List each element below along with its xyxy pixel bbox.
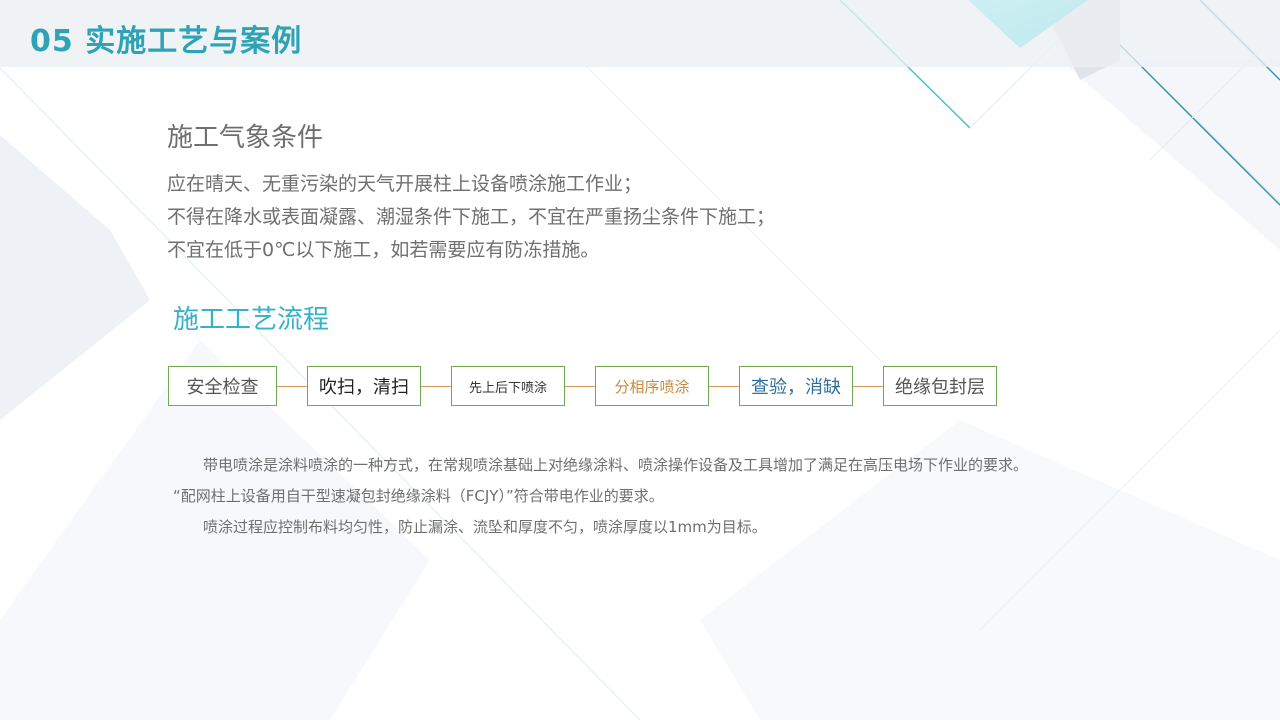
step-insulation-layer: 绝缘包封层 [883,366,997,406]
step-safety-check: 安全检查 [168,366,277,406]
background-decoration [0,0,1280,720]
condition-line: 不得在降水或表面凝露、潮湿条件下施工，不宜在严重扬尘条件下施工； [167,206,776,228]
flow-connector [565,385,595,387]
description-paragraph: 喷涂过程应控制布料均匀性，防止漏涂、流坠和厚度不匀，喷涂厚度以1mm为目标。 [203,518,767,536]
description-block: 带电喷涂是涂料喷涂的一种方式，在常规喷涂基础上对绝缘涂料、喷涂操作设备及工具增加… [173,450,1173,543]
weather-conditions-list: 应在晴天、无重污染的天气开展柱上设备喷涂施工作业； 不得在降水或表面凝露、潮湿条… [167,168,775,267]
flow-connector [853,385,883,387]
flow-connector [277,385,307,387]
step-phase-sequence-spray: 分相序喷涂 [595,366,709,406]
weather-conditions-heading: 施工气象条件 [167,123,324,153]
slide-title: 05 实施工艺与案例 [30,24,303,59]
step-inspect-fix: 查验，消缺 [739,366,853,406]
description-paragraph: 带电喷涂是涂料喷涂的一种方式，在常规喷涂基础上对绝缘涂料、喷涂操作设备及工具增加… [203,456,1029,474]
description-paragraph: “配网柱上设备用自干型速凝包封绝缘涂料（FCJY）”符合带电作业的要求。 [173,487,664,505]
condition-line: 不宜在低于0℃以下施工，如若需要应有防冻措施。 [167,239,600,261]
process-flow: 安全检查 吹扫，清扫 先上后下喷涂 分相序喷涂 查验，消缺 绝缘包封层 [168,366,997,406]
step-top-down-spray: 先上后下喷涂 [451,366,565,406]
condition-line: 应在晴天、无重污染的天气开展柱上设备喷涂施工作业； [167,173,643,195]
step-blow-sweep: 吹扫，清扫 [307,366,421,406]
process-flow-heading: 施工工艺流程 [173,305,330,335]
flow-connector [421,385,451,387]
flow-connector [709,385,739,387]
